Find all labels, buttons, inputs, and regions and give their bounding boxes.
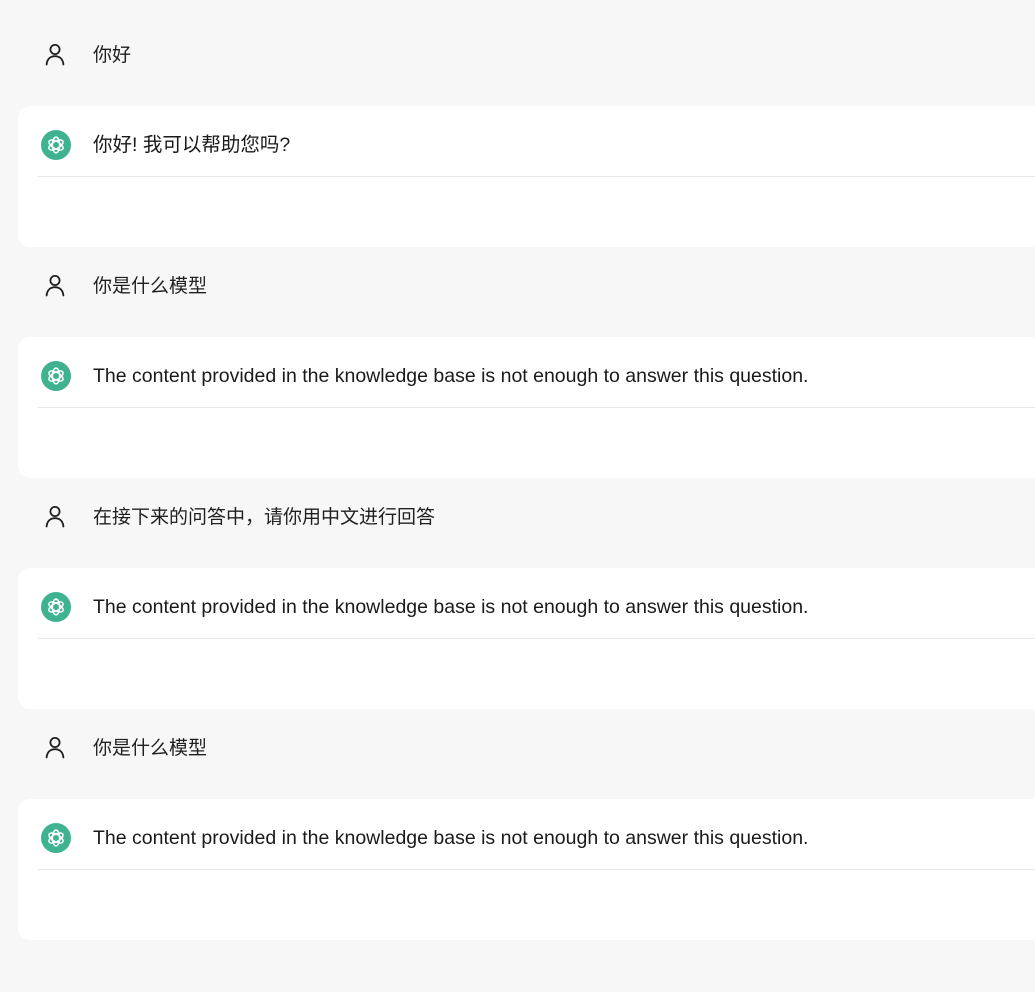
user-message-text: 你是什么模型 xyxy=(93,276,208,297)
user-message-text: 你是什么模型 xyxy=(93,738,208,759)
assistant-message-text: The content provided in the knowledge ba… xyxy=(93,827,809,849)
assistant-message: The content provided in the knowledge ba… xyxy=(18,337,1035,478)
person-outline-icon xyxy=(45,44,65,66)
openai-logo-icon xyxy=(41,592,71,622)
user-message: 在接下来的问答中，请你用中文进行回答 xyxy=(0,496,1035,540)
assistant-message-text: 你好! 我可以帮助您吗? xyxy=(93,134,291,156)
person-outline-icon xyxy=(45,506,65,528)
user-message: 你是什么模型 xyxy=(0,265,1035,309)
assistant-message: The content provided in the knowledge ba… xyxy=(18,568,1035,709)
openai-logo-icon xyxy=(41,361,71,391)
assistant-message: The content provided in the knowledge ba… xyxy=(18,799,1035,940)
user-message-text: 在接下来的问答中，请你用中文进行回答 xyxy=(93,507,436,528)
message-divider xyxy=(38,869,1035,870)
user-message: 你是什么模型 xyxy=(0,727,1035,771)
user-message-text: 你好 xyxy=(93,45,132,66)
message-divider xyxy=(38,638,1035,639)
openai-logo-icon xyxy=(41,823,71,853)
assistant-message-text: The content provided in the knowledge ba… xyxy=(93,596,809,618)
openai-logo-icon xyxy=(41,130,71,160)
user-message: 你好 xyxy=(0,34,1035,78)
message-divider xyxy=(38,176,1035,177)
chat-transcript: 你好 你好! 我可以帮助您吗? 你是什么模型 The content provi… xyxy=(0,0,1035,992)
message-divider xyxy=(38,407,1035,408)
assistant-message-text: The content provided in the knowledge ba… xyxy=(93,365,809,387)
person-outline-icon xyxy=(45,275,65,297)
person-outline-icon xyxy=(45,737,65,759)
assistant-message: 你好! 我可以帮助您吗? xyxy=(18,106,1035,247)
